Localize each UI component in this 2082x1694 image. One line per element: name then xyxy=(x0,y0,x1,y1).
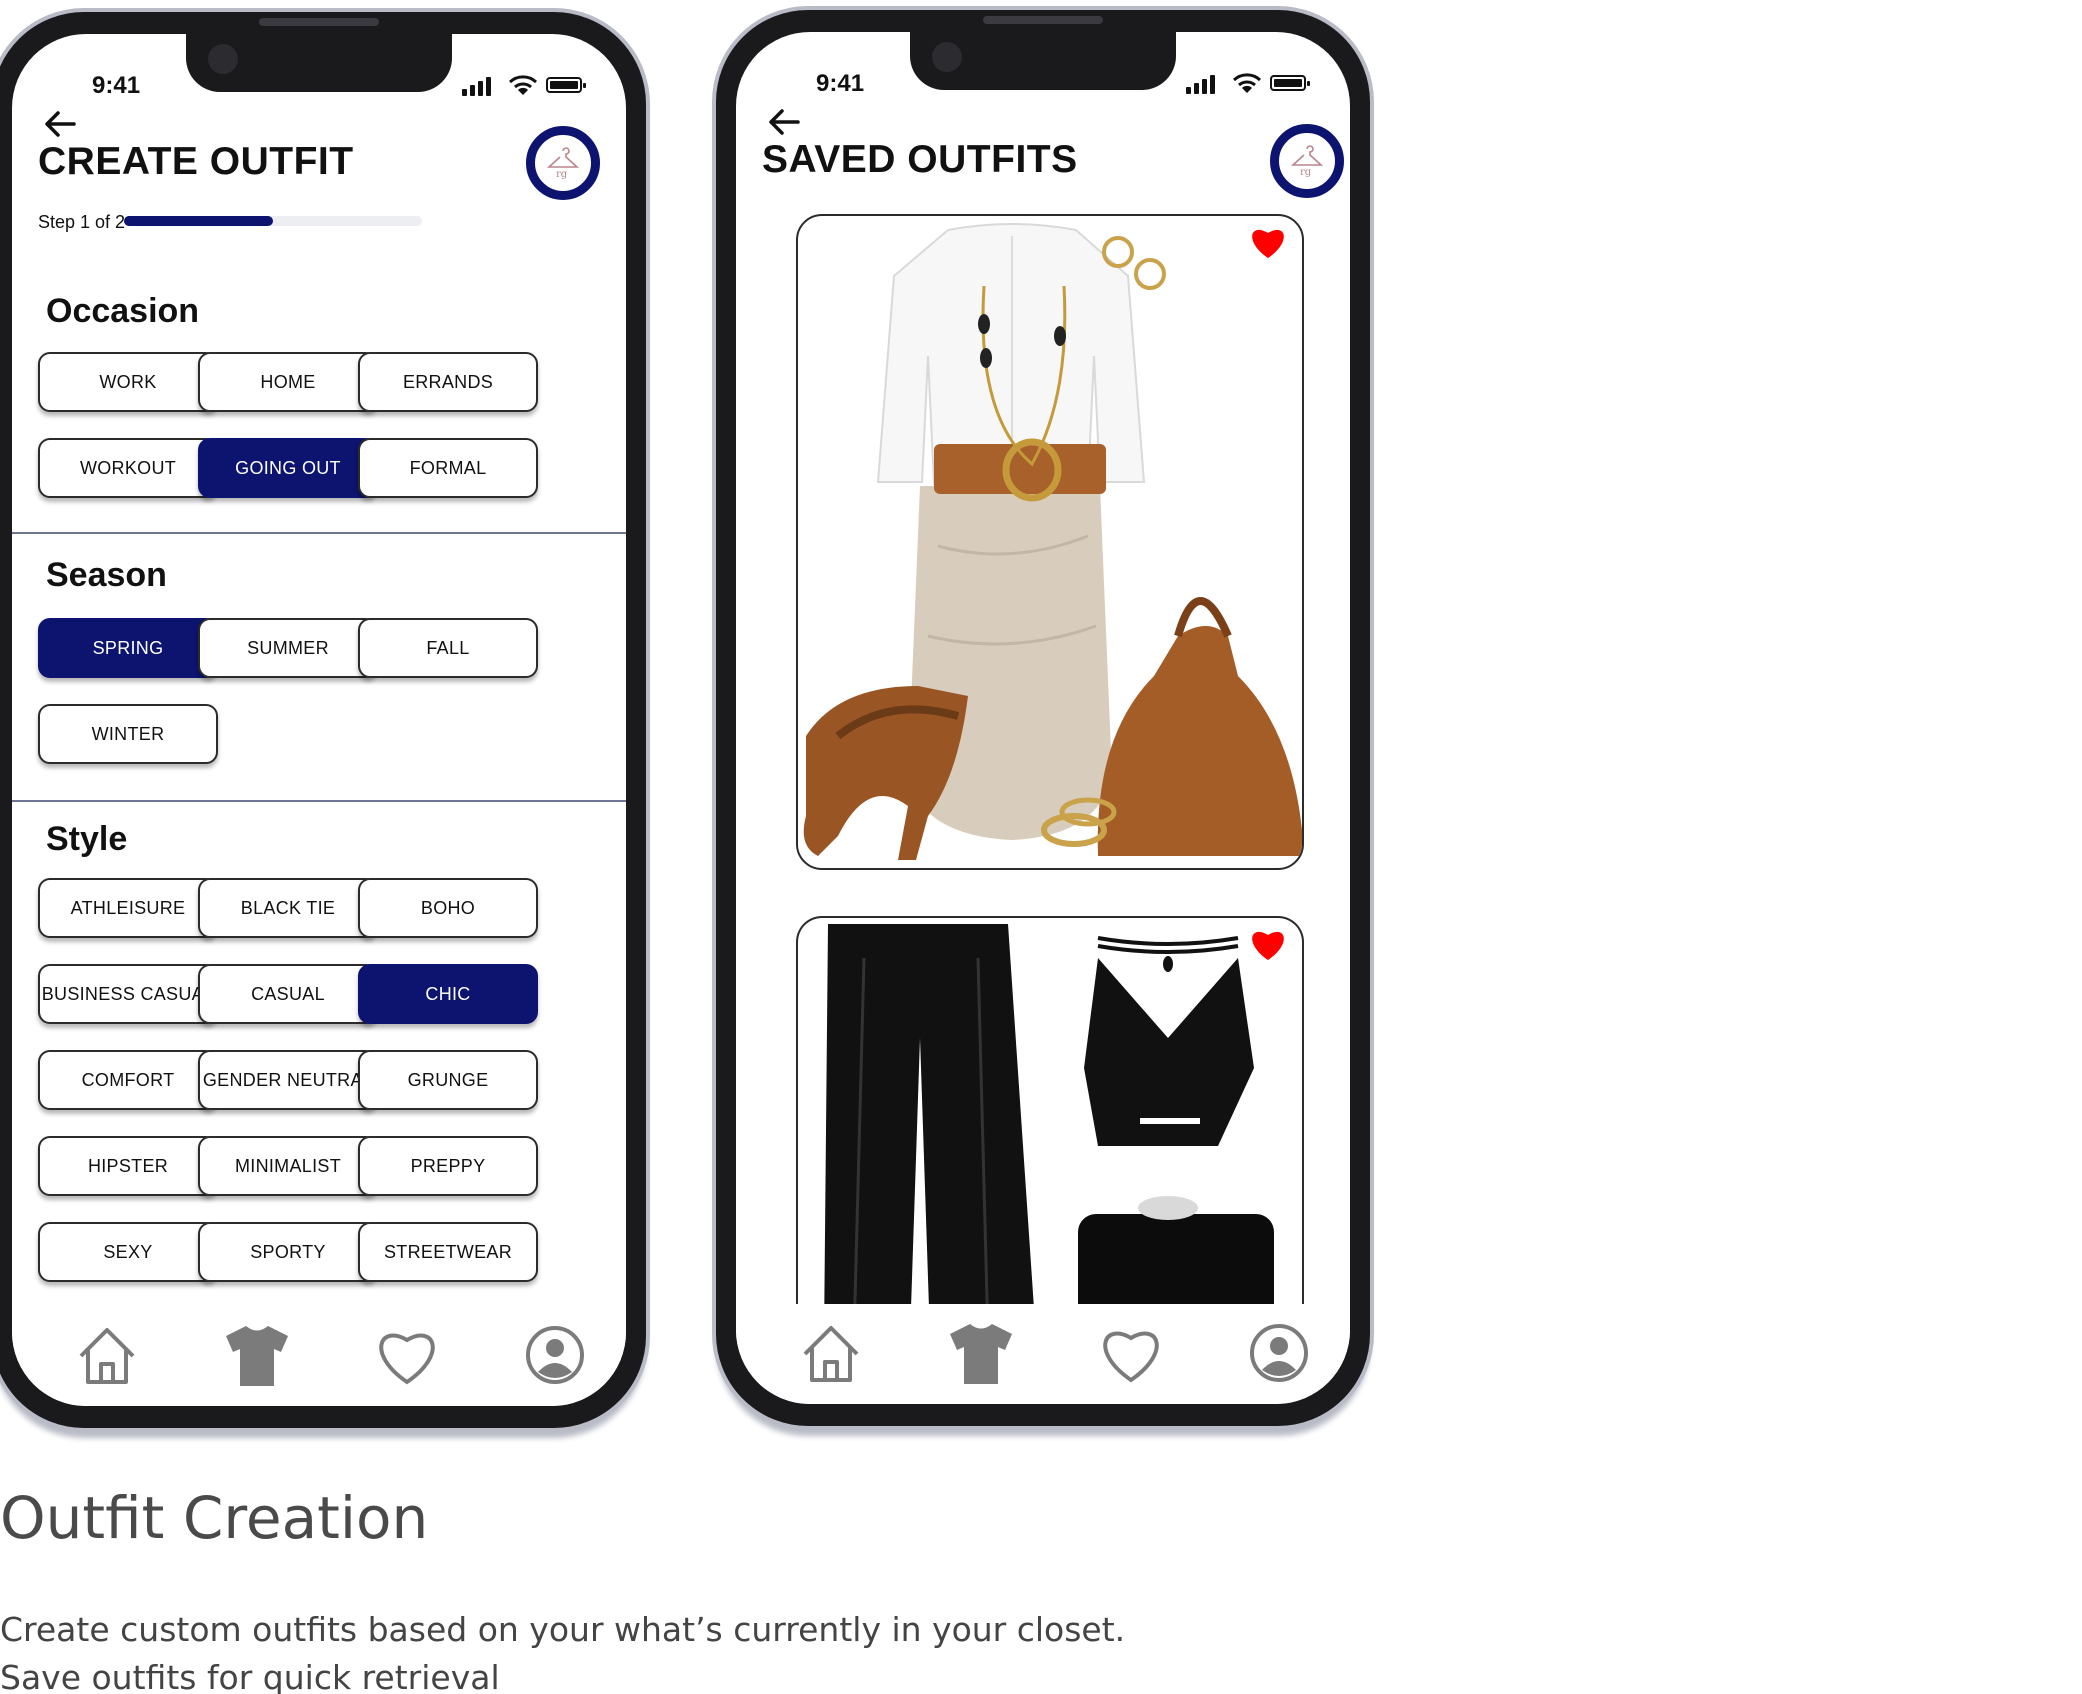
saved-outfit-card[interactable] xyxy=(796,916,1304,1336)
status-time: 9:41 xyxy=(816,70,865,97)
style-option-chip[interactable]: PREPPY xyxy=(358,1136,538,1196)
occasion-option-chip[interactable]: WORK xyxy=(38,352,218,412)
home-icon[interactable] xyxy=(72,1320,142,1390)
caption-line: Create custom outfits based on your what… xyxy=(0,1610,1126,1649)
camera-icon xyxy=(932,42,962,72)
occasion-option-chip[interactable]: WORKOUT xyxy=(38,438,218,498)
occasion-heading: Occasion xyxy=(46,292,200,330)
occasion-option-chip[interactable]: FORMAL xyxy=(358,438,538,498)
status-time: 9:41 xyxy=(92,72,141,99)
saved-outfit-card[interactable] xyxy=(796,214,1304,870)
style-option-chip[interactable]: BUSINESS CASUAL xyxy=(38,964,218,1024)
page-title: SAVED OUTFITS xyxy=(762,138,1078,181)
style-option-chip[interactable]: BOHO xyxy=(358,878,538,938)
step-indicator: Step 1 of 2 xyxy=(38,212,126,232)
style-heading: Style xyxy=(46,820,128,858)
style-option-chip[interactable]: SEXY xyxy=(38,1222,218,1282)
section-divider xyxy=(12,532,626,534)
battery-icon xyxy=(546,77,586,93)
shirt-icon[interactable] xyxy=(946,1318,1016,1388)
svg-text:rg: rg xyxy=(556,169,568,180)
style-option-chip[interactable]: COMFORT xyxy=(38,1050,218,1110)
progress-bar xyxy=(124,216,422,226)
season-option-chip[interactable]: SUMMER xyxy=(198,618,378,678)
bottom-tab-bar xyxy=(736,1304,1350,1404)
outfit-image xyxy=(803,223,1302,860)
app-logo-icon[interactable]: rg xyxy=(1270,124,1344,198)
style-option-chip[interactable]: BLACK TIE xyxy=(198,878,378,938)
saved-outfits-screen: 9:41 SAVED OUTFITS rg xyxy=(736,32,1350,1404)
occasion-option-chip[interactable]: HOME xyxy=(198,352,378,412)
shirt-icon[interactable] xyxy=(222,1320,292,1390)
season-option-chip[interactable]: FALL xyxy=(358,618,538,678)
caption-line: Save outfits for quick retrieval xyxy=(0,1658,500,1694)
heart-icon[interactable] xyxy=(372,1320,442,1390)
status-icons xyxy=(1186,72,1310,94)
profile-icon[interactable] xyxy=(1244,1318,1314,1388)
season-option-chip[interactable]: WINTER xyxy=(38,704,218,764)
section-divider xyxy=(12,800,626,802)
favorite-heart-icon[interactable] xyxy=(1248,224,1288,260)
wifi-icon xyxy=(508,75,538,95)
camera-icon xyxy=(208,44,238,74)
bottom-tab-bar xyxy=(12,1306,626,1406)
create-outfit-screen: 9:41 CREATE OUTFIT rg Step 1 of 2 Occasi… xyxy=(12,34,626,1406)
back-arrow-icon[interactable] xyxy=(764,102,804,142)
style-option-chip[interactable]: CASUAL xyxy=(198,964,378,1024)
phone-notch xyxy=(186,34,452,92)
svg-text:rg: rg xyxy=(1300,167,1312,178)
phone-notch xyxy=(910,32,1176,90)
season-option-chip[interactable]: SPRING xyxy=(38,618,218,678)
phone-speaker xyxy=(259,18,379,26)
status-icons xyxy=(462,74,586,96)
progress-bar-fill xyxy=(124,216,273,226)
page-title: CREATE OUTFIT xyxy=(38,140,354,183)
occasion-option-chip[interactable]: ERRANDS xyxy=(358,352,538,412)
back-arrow-icon[interactable] xyxy=(40,104,80,144)
home-icon[interactable] xyxy=(796,1318,866,1388)
season-heading: Season xyxy=(46,556,167,594)
profile-icon[interactable] xyxy=(520,1320,590,1390)
style-option-chip[interactable]: HIPSTER xyxy=(38,1136,218,1196)
create-outfit-phone: 9:41 CREATE OUTFIT rg Step 1 of 2 Occasi… xyxy=(0,8,650,1432)
style-option-chip[interactable]: CHIC xyxy=(358,964,538,1024)
favorite-heart-icon[interactable] xyxy=(1248,926,1288,962)
battery-icon xyxy=(1270,75,1310,91)
wifi-icon xyxy=(1232,73,1262,93)
occasion-option-chip[interactable]: GOING OUT xyxy=(198,438,378,498)
style-option-chip[interactable]: ATHLEISURE xyxy=(38,878,218,938)
caption-title: Outfit Creation xyxy=(0,1484,429,1552)
phone-speaker xyxy=(983,16,1103,24)
style-option-chip[interactable]: SPORTY xyxy=(198,1222,378,1282)
hanger-logo-icon: rg xyxy=(1290,145,1324,178)
style-option-chip[interactable]: STREETWEAR xyxy=(358,1222,538,1282)
style-option-chip[interactable]: GENDER NEUTRAL xyxy=(198,1050,378,1110)
saved-outfits-phone: 9:41 SAVED OUTFITS rg xyxy=(712,6,1374,1430)
hanger-logo-icon: rg xyxy=(546,147,580,180)
style-option-chip[interactable]: GRUNGE xyxy=(358,1050,538,1110)
style-option-chip[interactable]: MINIMALIST xyxy=(198,1136,378,1196)
heart-icon[interactable] xyxy=(1096,1318,1166,1388)
outfit-image xyxy=(824,924,1274,1336)
app-logo-icon[interactable]: rg xyxy=(526,126,600,200)
